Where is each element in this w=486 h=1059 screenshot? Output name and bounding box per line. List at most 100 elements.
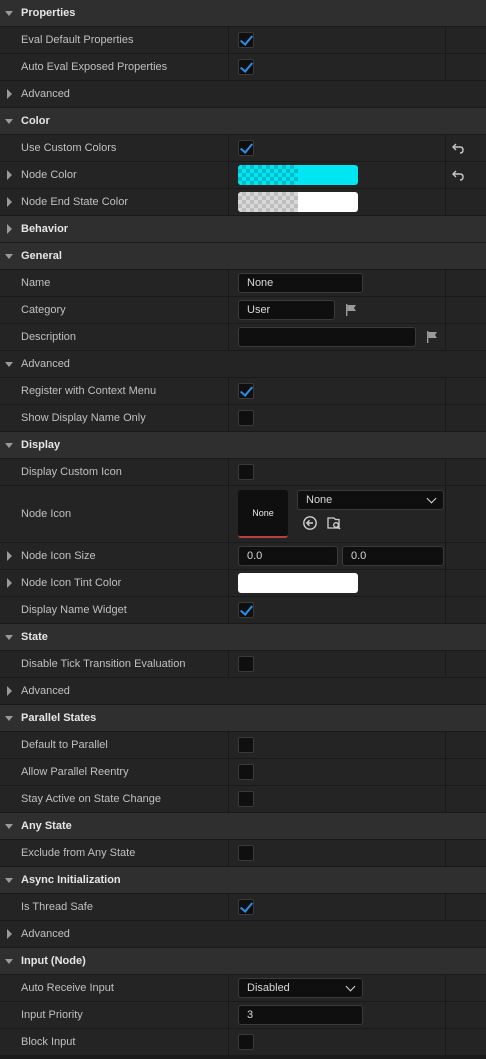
property-default-parallel: Default to Parallel (0, 732, 486, 758)
disable-tick-checkbox[interactable] (238, 656, 254, 672)
category-input-node[interactable]: Input (Node) (0, 948, 486, 974)
default-parallel-checkbox[interactable] (238, 737, 254, 753)
property-label: Description (21, 331, 77, 343)
input-priority-input[interactable]: 3 (238, 1005, 363, 1025)
expand-arrow-icon[interactable] (5, 824, 13, 829)
advanced-group-state[interactable]: Advanced (0, 678, 486, 704)
property-label: Display Name Widget (21, 604, 127, 616)
auto-receive-input-value: Disabled (247, 982, 290, 994)
collapse-arrow-icon[interactable] (7, 551, 12, 561)
property-auto-eval: Auto Eval Exposed Properties (0, 54, 486, 80)
category-label: Behavior (21, 223, 69, 235)
register-context-checkbox[interactable] (238, 383, 254, 399)
category-properties[interactable]: Properties (0, 0, 486, 26)
category-state[interactable]: State (0, 624, 486, 650)
advanced-label: Advanced (21, 928, 70, 940)
property-label: Node End State Color (21, 196, 129, 208)
name-input[interactable]: None (238, 273, 363, 293)
property-label: Show Display Name Only (21, 412, 146, 424)
expand-arrow-icon[interactable] (5, 878, 13, 883)
node-color-swatch[interactable] (238, 165, 358, 185)
property-label: Node Color (21, 169, 77, 181)
property-label: Stay Active on State Change (21, 793, 162, 805)
category-any-state[interactable]: Any State (0, 813, 486, 839)
block-input-checkbox[interactable] (238, 1034, 254, 1050)
collapse-arrow-icon[interactable] (7, 578, 12, 588)
property-node-icon: Node Icon None None (0, 486, 486, 542)
property-label: Name (21, 277, 51, 289)
auto-eval-checkbox[interactable] (238, 59, 254, 75)
eval-default-checkbox[interactable] (238, 32, 254, 48)
reset-arrow-icon[interactable] (450, 162, 466, 188)
property-category: Category User (0, 297, 486, 323)
expand-arrow-icon[interactable] (5, 635, 13, 640)
collapse-arrow-icon[interactable] (7, 224, 12, 234)
property-show-display-name: Show Display Name Only (0, 405, 486, 431)
flag-icon[interactable] (425, 330, 439, 344)
node-end-state-color-swatch[interactable] (238, 192, 358, 212)
property-label: Node Icon Tint Color (21, 577, 122, 589)
property-use-custom-colors: Use Custom Colors (0, 135, 486, 161)
node-icon-asset-dropdown[interactable]: None (297, 490, 444, 510)
category-parallel-states[interactable]: Parallel States (0, 705, 486, 731)
browse-asset-icon[interactable] (326, 515, 342, 534)
advanced-label: Advanced (21, 685, 70, 697)
show-display-name-checkbox[interactable] (238, 410, 254, 426)
allow-parallel-reentry-checkbox[interactable] (238, 764, 254, 780)
collapse-arrow-icon[interactable] (7, 686, 12, 696)
expand-arrow-icon[interactable] (5, 716, 13, 721)
property-thread-safe: Is Thread Safe (0, 894, 486, 920)
category-color[interactable]: Color (0, 108, 486, 134)
display-custom-icon-checkbox[interactable] (238, 464, 254, 480)
advanced-group-properties[interactable]: Advanced (0, 81, 486, 107)
expand-arrow-icon[interactable] (5, 443, 13, 448)
expand-arrow-icon[interactable] (5, 119, 13, 124)
category-behavior[interactable]: Behavior (0, 216, 486, 242)
property-auto-receive-input: Auto Receive Input Disabled (0, 975, 486, 1001)
property-label: Is Thread Safe (21, 901, 93, 913)
advanced-group-general[interactable]: Advanced (0, 351, 486, 377)
stay-active-checkbox[interactable] (238, 791, 254, 807)
advanced-group-async[interactable]: Advanced (0, 921, 486, 947)
property-label: Exclude from Any State (21, 847, 136, 859)
property-label: Use Custom Colors (21, 142, 117, 154)
advanced-label: Advanced (21, 358, 70, 370)
category-label: Input (Node) (21, 955, 86, 967)
collapse-arrow-icon[interactable] (7, 170, 12, 180)
property-label: Eval Default Properties (21, 34, 134, 46)
property-label: Display Custom Icon (21, 466, 122, 478)
auto-receive-input-dropdown[interactable]: Disabled (238, 978, 363, 998)
category-label: General (21, 250, 62, 262)
flag-icon[interactable] (344, 303, 358, 317)
expand-arrow-icon[interactable] (5, 254, 13, 259)
collapse-arrow-icon[interactable] (7, 89, 12, 99)
use-custom-colors-checkbox[interactable] (238, 140, 254, 156)
node-icon-thumbnail[interactable]: None (238, 490, 288, 538)
property-block-input: Block Input (0, 1029, 486, 1055)
category-input[interactable]: User (238, 300, 335, 320)
thread-safe-checkbox[interactable] (238, 899, 254, 915)
collapse-arrow-icon[interactable] (7, 197, 12, 207)
expand-arrow-icon[interactable] (5, 11, 13, 16)
reset-arrow-icon[interactable] (450, 135, 466, 161)
category-display[interactable]: Display (0, 432, 486, 458)
property-allow-parallel-reentry: Allow Parallel Reentry (0, 759, 486, 785)
arrow-left-circle-icon[interactable] (302, 515, 318, 534)
category-general[interactable]: General (0, 243, 486, 269)
property-label: Auto Receive Input (21, 982, 114, 994)
expand-arrow-icon[interactable] (5, 959, 13, 964)
node-icon-size-y-input[interactable]: 0.0 (342, 546, 444, 566)
property-eval-default: Eval Default Properties (0, 27, 486, 53)
collapse-arrow-icon[interactable] (7, 929, 12, 939)
description-input[interactable] (238, 327, 416, 347)
node-icon-size-x-input[interactable]: 0.0 (238, 546, 338, 566)
exclude-any-state-checkbox[interactable] (238, 845, 254, 861)
expand-arrow-icon[interactable] (5, 362, 13, 367)
property-label: Category (21, 304, 66, 316)
property-name: Name None (0, 270, 486, 296)
display-name-widget-checkbox[interactable] (238, 602, 254, 618)
property-label: Auto Eval Exposed Properties (21, 61, 168, 73)
property-label: Register with Context Menu (21, 385, 157, 397)
node-icon-tint-swatch[interactable] (238, 573, 358, 593)
category-async-init[interactable]: Async Initialization (0, 867, 486, 893)
